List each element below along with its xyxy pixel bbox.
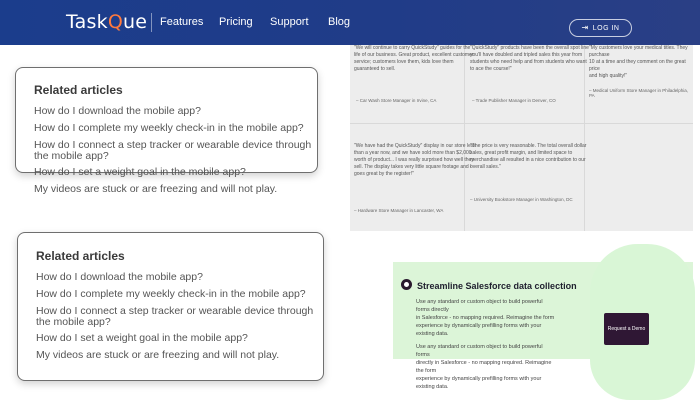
logo-q-checkmark: Q	[107, 11, 123, 33]
streamline-paragraph: Use any standard or custom object to bui…	[416, 299, 555, 337]
taskque-logo[interactable]: TaskQue	[66, 11, 147, 33]
testimonial-author: – Car Wash Store Manager in Irvine, CA	[356, 98, 437, 103]
testimonial-quote: "The price is very reasonable. The total…	[470, 143, 587, 170]
nav-divider	[151, 13, 152, 32]
streamline-paragraph: Use any standard or custom object to bui…	[416, 344, 552, 390]
article-link-weight-goal[interactable]: How do I set a weight goal in the mobile…	[34, 166, 246, 178]
article-link-videos-freezing[interactable]: My videos are stuck or are freezing and …	[36, 349, 279, 361]
related-articles-title: Related articles	[36, 249, 125, 263]
logo-text-task: Task	[66, 11, 108, 33]
related-articles-title: Related articles	[34, 83, 123, 97]
grid-divider	[350, 123, 693, 124]
article-link-download-app[interactable]: How do I download the mobile app?	[36, 271, 203, 283]
testimonial-author: – Medical Uniform Store Manager in Phila…	[589, 88, 689, 98]
testimonial-author: – Trade Publisher Manager in Denver, CO	[472, 98, 556, 103]
article-link-step-tracker-cont[interactable]: the mobile app?	[36, 316, 111, 328]
nav-pricing[interactable]: Pricing	[219, 16, 253, 28]
login-label: LOG IN	[592, 25, 620, 32]
streamline-title: Streamline Salesforce data collection	[417, 281, 577, 291]
article-link-weight-goal[interactable]: How do I set a weight goal in the mobile…	[36, 332, 248, 344]
testimonial-author: – University Bookstore Manager in Washin…	[470, 197, 573, 202]
testimonial-quote: "We will continue to carry QuickStudy" g…	[354, 45, 474, 72]
nav-blog[interactable]: Blog	[328, 16, 350, 28]
article-link-step-tracker-cont[interactable]: the mobile app?	[34, 150, 109, 162]
testimonial-quote: "QuickStudy" products have been the over…	[470, 45, 589, 72]
article-link-download-app[interactable]: How do I download the mobile app?	[34, 105, 201, 117]
article-link-weekly-checkin[interactable]: How do I complete my weekly check-in in …	[34, 122, 304, 134]
top-navbar: TaskQue Features Pricing Support Blog ⇥ L…	[0, 0, 700, 45]
article-link-videos-freezing[interactable]: My videos are stuck or are freezing and …	[34, 183, 277, 195]
bullet-ring-icon	[401, 279, 412, 290]
testimonial-author: – Hardware Store Manager in Lancaster, W…	[354, 208, 444, 213]
login-icon: ⇥	[581, 23, 589, 32]
logo-text-ue: ue	[122, 11, 148, 33]
login-button[interactable]: ⇥ LOG IN	[569, 19, 632, 37]
article-link-weekly-checkin[interactable]: How do I complete my weekly check-in in …	[36, 288, 306, 300]
testimonial-quote: "My customers love your medical titles. …	[589, 45, 688, 79]
nav-support[interactable]: Support	[270, 16, 309, 28]
testimonial-quote: "We have had the QuickStudy" display in …	[354, 143, 476, 177]
request-demo-button[interactable]: Request a Demo	[604, 313, 649, 345]
nav-features[interactable]: Features	[160, 16, 203, 28]
testimonials-grid: "We will continue to carry QuickStudy" g…	[350, 45, 693, 231]
